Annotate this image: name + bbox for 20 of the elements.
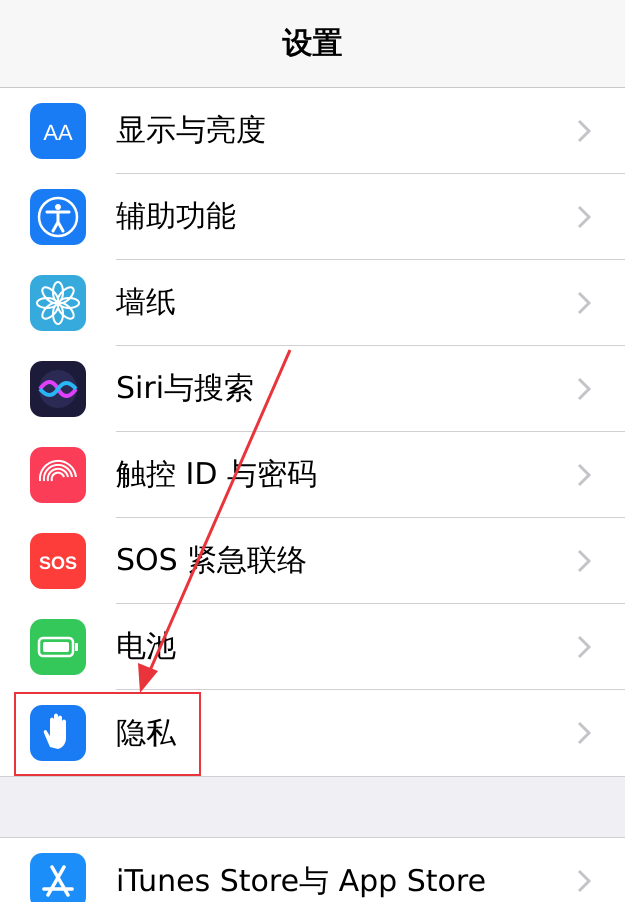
chevron-icon — [577, 204, 591, 228]
settings-row[interactable]: 隐私 — [0, 690, 625, 776]
row-label: 墙纸 — [116, 286, 177, 319]
settings-row[interactable]: iTunes Store与 App Store — [0, 838, 625, 902]
chevron-icon — [577, 548, 591, 572]
row-label: 显示与亮度 — [116, 114, 267, 147]
row-label: iTunes Store与 App Store — [116, 864, 488, 898]
screen-title: 设置 — [282, 25, 342, 63]
chevron-icon — [577, 869, 591, 893]
chevron-icon — [577, 634, 591, 658]
sos-icon: SOS — [30, 533, 86, 589]
letters-icon: AA — [30, 103, 86, 159]
row-label: 隐私 — [116, 716, 177, 750]
chevron-icon — [577, 118, 591, 142]
chevron-icon — [577, 462, 591, 486]
row-label: 辅助功能 — [116, 200, 237, 233]
row-label: Siri与搜索 — [116, 372, 256, 405]
chevron-icon — [577, 290, 591, 314]
chevron-icon — [577, 721, 591, 745]
chevron-icon — [577, 376, 591, 400]
